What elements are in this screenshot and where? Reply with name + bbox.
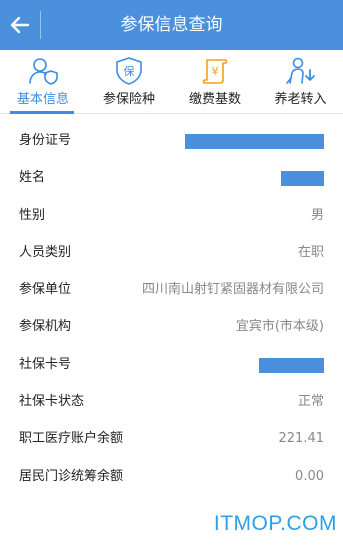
row-gender: 性别 男: [0, 197, 343, 234]
tab-bar: 基本信息 保 参保险种 ¥ 缴费基数 养老转入: [0, 50, 343, 114]
tab-basic-info[interactable]: 基本信息: [0, 50, 86, 114]
row-label: 姓名: [19, 170, 46, 186]
row-card-number: 社保卡号: [0, 346, 343, 383]
insurance-shield-icon: 保: [116, 57, 142, 85]
row-medical-balance: 职工医疗账户余额 221.41: [0, 420, 343, 457]
row-outpatient-balance: 居民门诊统筹余额 0.00: [0, 458, 343, 495]
redacted-value: [259, 357, 324, 373]
tab-label: 参保险种: [102, 92, 155, 107]
info-list: 身份证号 姓名 性别 男 人员类别 在职 参保单位 四川南山射钉紧固器材有限公司…: [0, 122, 343, 495]
tab-payment-base[interactable]: ¥ 缴费基数: [172, 50, 258, 114]
row-label: 社保卡号: [19, 356, 72, 372]
row-label: 人员类别: [19, 244, 72, 260]
tab-pension-transfer[interactable]: 养老转入: [258, 50, 343, 114]
row-id-number: 身份证号: [0, 122, 343, 159]
row-label: 参保单位: [19, 282, 72, 298]
tab-insurance-types[interactable]: 保 参保险种: [86, 50, 172, 114]
row-value: 在职: [297, 244, 324, 260]
row-value: 男: [310, 207, 324, 223]
redacted-value: [281, 171, 324, 187]
row-personnel-category: 人员类别 在职: [0, 234, 343, 271]
row-label: 社保卡状态: [19, 394, 85, 410]
pension-transfer-icon: [285, 57, 315, 84]
row-name: 姓名: [0, 159, 343, 196]
tab-label: 养老转入: [274, 92, 327, 107]
svg-text:保: 保: [124, 64, 135, 78]
watermark: ITMOP.COM: [213, 512, 337, 535]
row-card-status: 社保卡状态 正常: [0, 383, 343, 420]
row-employer: 参保单位 四川南山射钉紧固器材有限公司: [0, 271, 343, 308]
row-label: 职工医疗账户余额: [19, 431, 124, 447]
row-value: 0.00: [295, 468, 324, 484]
row-label: 居民门诊统筹余额: [19, 468, 124, 484]
row-agency: 参保机构 宜宾市(市本级): [0, 308, 343, 345]
row-value: 正常: [297, 394, 324, 410]
svg-text:¥: ¥: [212, 65, 219, 78]
top-bar: 参保信息查询: [0, 0, 343, 50]
row-label: 性别: [19, 207, 46, 223]
tab-label: 缴费基数: [188, 92, 241, 107]
row-label: 身份证号: [19, 133, 72, 148]
page-title: 参保信息查询: [120, 15, 223, 35]
person-shield-icon: [29, 58, 58, 85]
row-value: 宜宾市(市本级): [235, 319, 324, 335]
row-value: 221.41: [278, 431, 325, 447]
row-value: 四川南山射钉紧固器材有限公司: [141, 282, 324, 298]
redacted-value: [185, 134, 324, 149]
row-label: 参保机构: [19, 319, 72, 335]
payment-scroll-icon: ¥: [202, 59, 228, 84]
tab-label: 基本信息: [16, 92, 69, 107]
active-tab-indicator: [10, 111, 74, 114]
